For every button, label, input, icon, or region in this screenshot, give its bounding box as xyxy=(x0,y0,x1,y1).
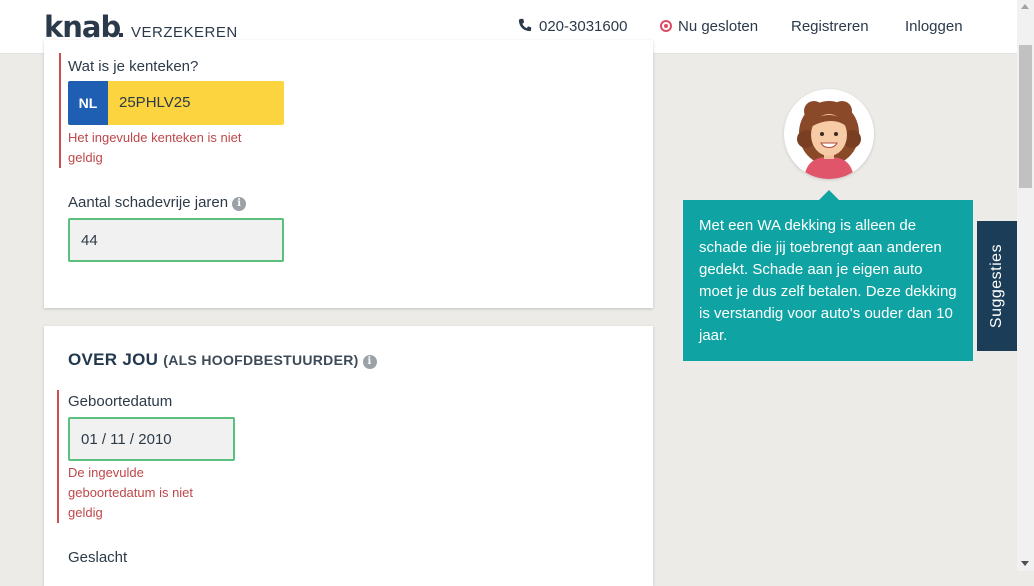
claimfree-years-label: Aantal schadevrije jaren i xyxy=(68,194,247,211)
closed-status-icon xyxy=(660,20,672,32)
birthdate-input[interactable]: 01 / 11 / 2010 xyxy=(68,417,235,461)
phone-link[interactable]: 020-3031600 xyxy=(518,18,627,35)
claimfree-years-text: Aantal schadevrije jaren xyxy=(68,194,229,211)
section-title-sub: (ALS HOOFDBESTUURDER) xyxy=(163,352,359,368)
gender-label: Geslacht xyxy=(68,549,128,566)
plate-error-indicator xyxy=(59,53,61,168)
birthdate-error-line2: geboortedatum is niet xyxy=(68,485,194,500)
birthdate-error-indicator xyxy=(57,390,59,523)
suggestions-tab[interactable]: Suggesties xyxy=(977,221,1017,351)
license-plate-input[interactable]: NL 25PHLV25 xyxy=(68,81,284,125)
scrollbar[interactable] xyxy=(1017,0,1034,571)
claimfree-years-value: 44 xyxy=(81,232,98,249)
scrollbar-thumb[interactable] xyxy=(1019,45,1032,188)
section-title-main: OVER JOU xyxy=(68,350,159,369)
claimfree-years-input[interactable]: 44 xyxy=(68,218,284,262)
suggestions-label: Suggesties xyxy=(988,243,1005,329)
register-link[interactable]: Registreren xyxy=(791,18,869,35)
knab-logo[interactable]: knab xyxy=(44,10,121,44)
section-title: OVER JOU (ALS HOOFDBESTUURDER) i xyxy=(68,350,377,370)
opening-status[interactable]: Nu gesloten xyxy=(660,18,758,35)
birthdate-label: Geboortedatum xyxy=(68,393,173,410)
info-icon[interactable]: i xyxy=(232,197,247,211)
plate-error-line1: Het ingevulde kenteken is niet xyxy=(68,130,242,145)
scroll-down-arrow-icon[interactable] xyxy=(1021,561,1029,566)
info-icon[interactable]: i xyxy=(362,355,377,369)
scroll-up-arrow-icon[interactable] xyxy=(1021,4,1029,9)
bubble-arrow xyxy=(819,190,839,200)
plate-label: Wat is je kenteken? xyxy=(68,58,199,75)
logo-subtitle: VERZEKEREN xyxy=(131,24,238,41)
plate-error-line2: geldig xyxy=(68,150,103,165)
advisor-avatar xyxy=(784,89,874,179)
status-text: Nu gesloten xyxy=(678,18,759,35)
login-link[interactable]: Inloggen xyxy=(905,18,963,35)
plate-value: 25PHLV25 xyxy=(119,94,191,111)
birthdate-error-line3: geldig xyxy=(68,505,103,520)
logo-dot xyxy=(119,33,123,37)
birthdate-value: 01 / 11 / 2010 xyxy=(81,431,172,448)
birthdate-error-line1: De ingevulde xyxy=(68,465,144,480)
advisor-portrait-icon xyxy=(797,101,861,179)
phone-icon xyxy=(518,18,532,32)
advisor-message: Met een WA dekking is alleen de schade d… xyxy=(683,200,973,361)
phone-number: 020-3031600 xyxy=(539,18,628,35)
plate-country: NL xyxy=(68,81,108,125)
